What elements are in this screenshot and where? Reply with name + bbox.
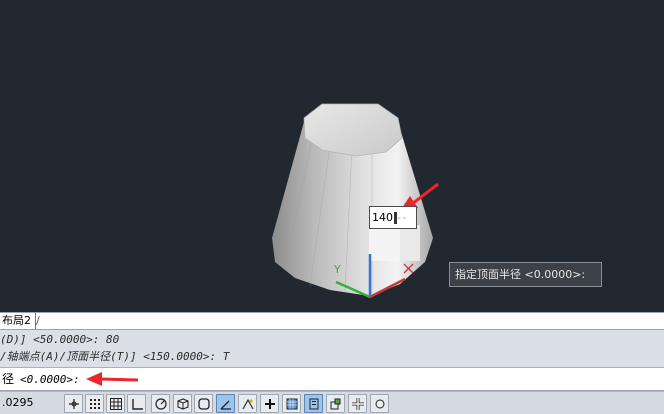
snap-mode-icon [89,398,100,409]
annotation-arrow-icon [86,372,139,386]
command-history: (D)] <50.0000>: 80 /轴端点(A)/顶面半径(T)] <150… [0,330,664,368]
annotation-monitor-icon [375,399,384,408]
transparency-icon [309,398,318,409]
dynamic-input-field[interactable]: 140 - - [369,206,417,229]
selection-cycling-icon [351,397,364,410]
status-bar: .0295 [0,391,664,414]
quick-properties-icon [330,398,340,409]
infer-constraints-toggle-button[interactable] [64,394,83,413]
history-line: (D)] <50.0000>: 80 [0,333,120,346]
ortho-mode-toggle-button[interactable] [127,394,146,413]
dynamic-input-icon [264,398,275,409]
lineweight-toggle-button[interactable] [282,394,301,413]
tab-separator: / [36,314,40,327]
tooltip-text: 指定顶面半径 <0.0000>: [455,268,586,281]
tab-layout2[interactable]: 布局2 [0,313,36,329]
dynamic-input-toggle-button[interactable] [260,394,279,413]
layout-tab-bar: 布局2 / [0,312,664,330]
polar-tracking-toggle-button[interactable] [151,394,170,413]
infer-constraints-icon [68,398,79,409]
object-snap-tracking-toggle-button[interactable] [238,394,257,413]
allow-dynamic-ucs-icon [220,400,231,410]
object-snap-icon [197,397,210,410]
history-line: /轴端点(A)/顶面半径(T)] <150.0000>: T [0,350,230,363]
drawing-viewport[interactable]: Y 140 - - 指定顶面半径 <0.0000>: [0,0,664,312]
transparency-toggle-button[interactable] [304,394,323,413]
command-line[interactable]: 径 <0.0000>: [0,368,664,391]
polar-tracking-icon [154,397,167,410]
input-dash-indicator: - - [397,211,406,224]
ortho-mode-icon [131,398,143,410]
3d-object-snap-toggle-button[interactable] [173,394,192,413]
selection-cycling-toggle-button[interactable] [348,394,367,413]
dynamic-prompt-tooltip: 指定顶面半径 <0.0000>: [449,262,602,287]
3d-object-snap-icon [176,397,189,410]
grid-display-toggle-button[interactable] [106,394,125,413]
allow-dynamic-ucs-toggle-button[interactable] [216,394,235,413]
quick-properties-toggle-button[interactable] [326,394,345,413]
annotation-monitor-toggle-button[interactable] [370,394,389,413]
lineweight-icon [286,398,297,409]
svg-text:Y: Y [333,263,341,276]
object-snap-toggle-button[interactable] [194,394,213,413]
snap-mode-toggle-button[interactable] [85,394,104,413]
coordinate-readout: .0295 [2,396,34,409]
dynamic-input-value: 140 [372,211,393,224]
object-snap-tracking-icon [242,398,253,409]
grid-display-icon [109,397,122,410]
